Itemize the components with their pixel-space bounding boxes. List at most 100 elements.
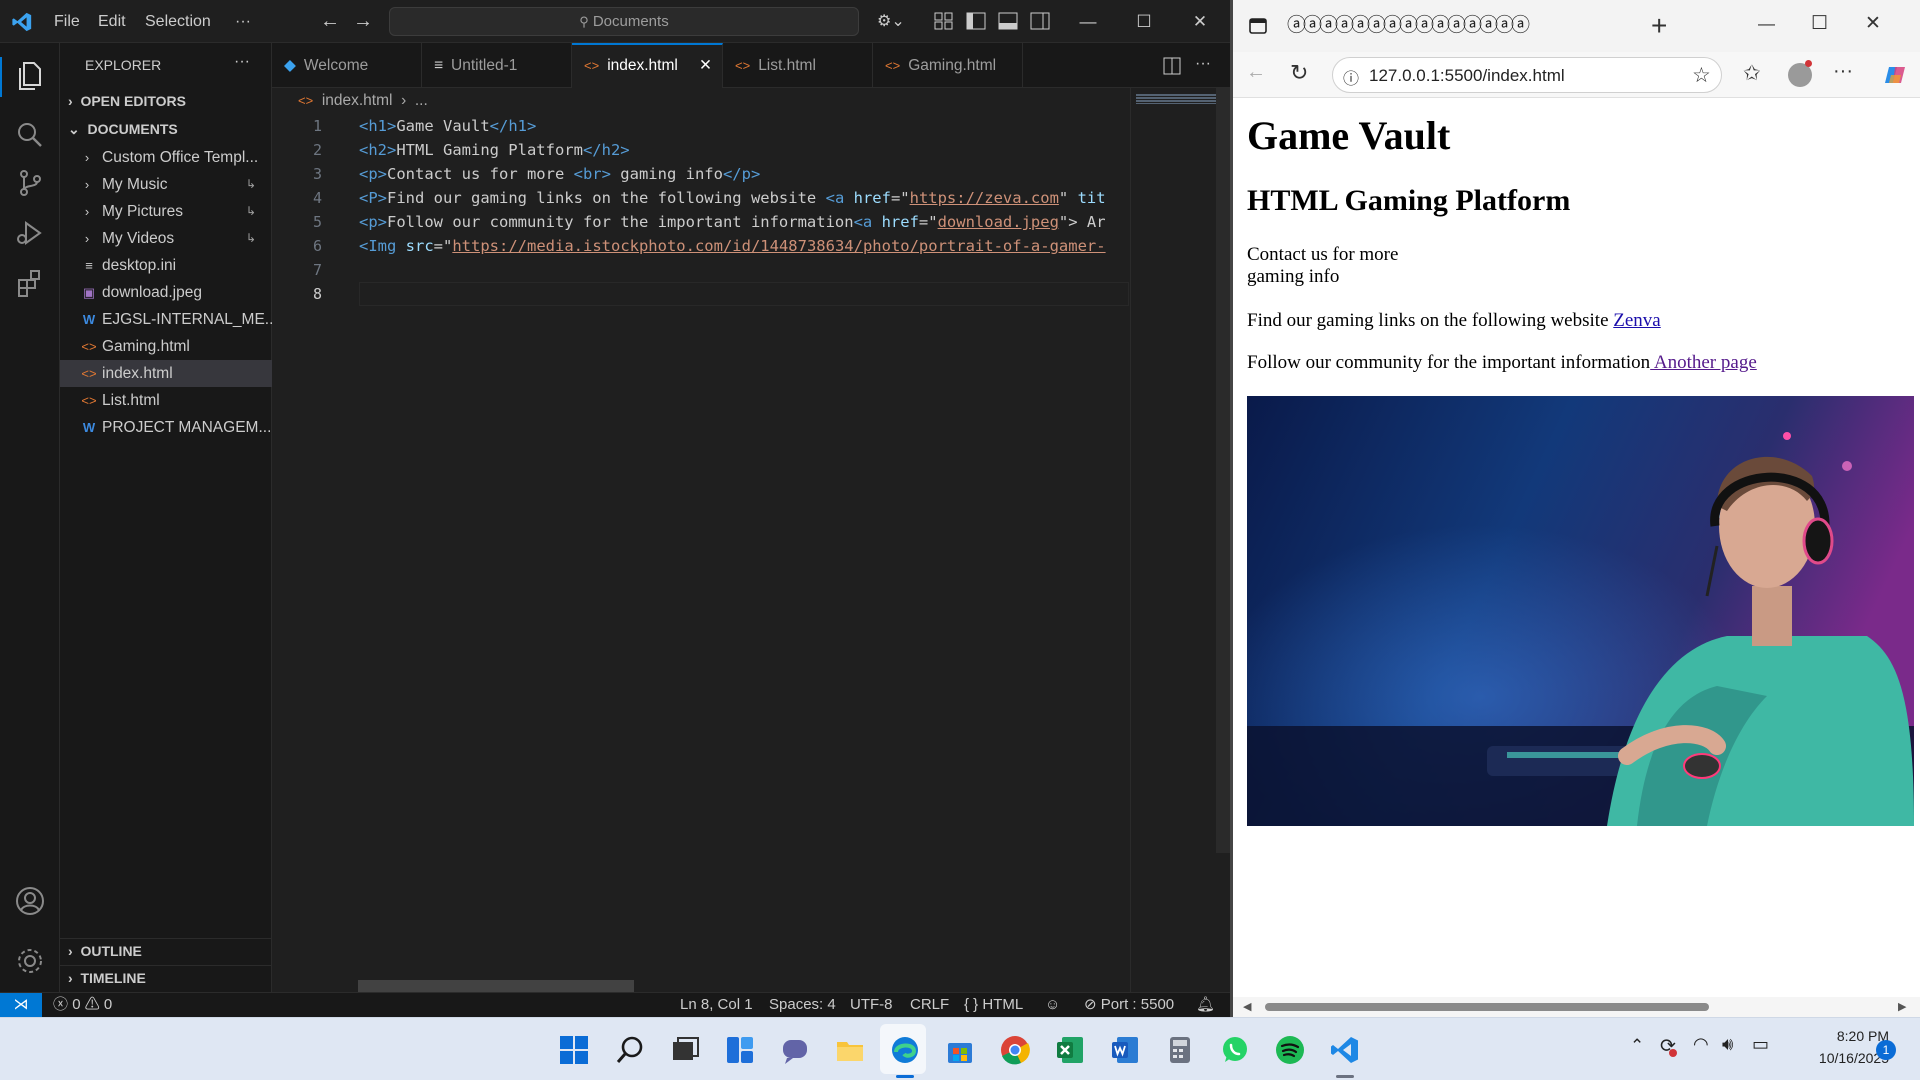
code-lines[interactable]: <h1>Game Vault</h1> <h2>HTML Gaming Platf…: [359, 114, 1129, 306]
clock-time[interactable]: 8:20 PM: [1797, 1028, 1889, 1044]
teams-chat-icon[interactable]: [779, 1034, 811, 1066]
split-editor-icon[interactable]: [1163, 57, 1181, 75]
toggle-secondary-sidebar-icon[interactable]: [1030, 12, 1050, 30]
site-info-icon[interactable]: ⓘ: [1343, 65, 1359, 89]
remote-indicator-icon[interactable]: ⋊: [0, 993, 42, 1017]
tree-item-desktop-ini[interactable]: ≡ desktop.ini: [60, 252, 272, 279]
scroll-left-icon[interactable]: ◀: [1243, 1000, 1251, 1013]
minimap[interactable]: [1130, 88, 1230, 992]
breadcrumb-file[interactable]: index.html: [322, 92, 393, 109]
browser-horizontal-scrollbar[interactable]: ◀ ▶: [1233, 997, 1920, 1017]
minimize-button[interactable]: —: [1060, 0, 1116, 43]
tree-item-list-html[interactable]: <> List.html: [60, 387, 272, 414]
new-tab-button[interactable]: +: [1651, 10, 1667, 42]
extensions-icon[interactable]: [14, 267, 46, 299]
cursor-position[interactable]: Ln 8, Col 1: [680, 993, 753, 1017]
browser-close-button[interactable]: ✕: [1865, 12, 1881, 35]
copilot-status-icon[interactable]: ☺: [1045, 993, 1060, 1017]
code-line[interactable]: [359, 282, 1129, 306]
menu-file[interactable]: File: [54, 0, 80, 43]
vertical-scrollbar[interactable]: [1216, 88, 1230, 853]
spotify-icon[interactable]: [1274, 1034, 1306, 1066]
tree-item-download-jpeg[interactable]: ▣ download.jpeg: [60, 279, 272, 306]
run-debug-icon[interactable]: [14, 217, 46, 249]
encoding[interactable]: UTF-8: [850, 993, 893, 1017]
code-line[interactable]: <h2>HTML Gaming Platform</h2>: [359, 138, 1129, 162]
code-editor[interactable]: <> index.html › ... 1 2 3 4 5 6 7 8 <h1>Game Va…: [272, 88, 1230, 992]
clock-date[interactable]: 10/16/2025: [1789, 1050, 1889, 1066]
code-line[interactable]: <p>Follow our community for the importan…: [359, 210, 1129, 234]
code-line[interactable]: <Img src="https://media.istockphoto.com/…: [359, 234, 1129, 258]
vscode-icon[interactable]: [1329, 1034, 1361, 1066]
menu-more[interactable]: ···: [235, 0, 251, 43]
scroll-right-icon[interactable]: ▶: [1898, 1000, 1906, 1013]
file-explorer-icon[interactable]: [834, 1034, 866, 1066]
scroll-thumb[interactable]: [1265, 1003, 1709, 1011]
task-view-icon[interactable]: [669, 1034, 701, 1066]
word-icon[interactable]: [1109, 1034, 1141, 1066]
live-server-port[interactable]: ⊘ Port : 5500: [1084, 993, 1174, 1017]
zenva-link[interactable]: Zenva: [1613, 310, 1660, 331]
back-arrow-icon[interactable]: ←: [1246, 61, 1266, 84]
source-control-icon[interactable]: [14, 167, 46, 199]
widgets-icon[interactable]: [724, 1034, 756, 1066]
accounts-icon[interactable]: [14, 885, 46, 917]
search-icon[interactable]: [614, 1034, 646, 1066]
notification-badge[interactable]: 1: [1876, 1040, 1896, 1060]
menu-selection[interactable]: Selection: [145, 0, 211, 43]
maximize-button[interactable]: ☐: [1116, 0, 1172, 43]
volume-icon[interactable]: 🔊︎: [1722, 1034, 1733, 1055]
back-arrow-icon[interactable]: ←: [320, 0, 340, 43]
whatsapp-icon[interactable]: [1219, 1034, 1251, 1066]
tree-item-my-music[interactable]: › My Music ↳: [60, 171, 272, 198]
language-mode[interactable]: { } HTML: [964, 993, 1023, 1017]
copilot-icon[interactable]: ⚙⌄: [877, 0, 905, 43]
tab-list-html[interactable]: <> List.html: [723, 43, 873, 88]
menu-edit[interactable]: Edit: [98, 0, 126, 43]
favorite-star-icon[interactable]: ☆: [1692, 63, 1711, 88]
notifications-bell-icon[interactable]: 🔔︎: [1196, 993, 1215, 1017]
problems-indicator[interactable]: ⓧ 0 ⚠ 0: [53, 993, 112, 1017]
chevron-up-icon[interactable]: ⌃: [1630, 1036, 1644, 1056]
another-page-link[interactable]: Another page: [1650, 352, 1757, 373]
browser-more-button[interactable]: ···: [1833, 60, 1853, 83]
tab-welcome[interactable]: ◆ Welcome: [272, 43, 422, 88]
tree-item-project-management[interactable]: W PROJECT MANAGEM...: [60, 414, 272, 441]
microsoft-store-icon[interactable]: [944, 1034, 976, 1066]
close-window-button[interactable]: ✕: [1172, 0, 1228, 43]
tree-item-my-pictures[interactable]: › My Pictures ↳: [60, 198, 272, 225]
tree-item-custom-office-templates[interactable]: › Custom Office Templ...: [60, 144, 272, 171]
end-of-line[interactable]: CRLF: [910, 993, 949, 1017]
refresh-icon[interactable]: ↻: [1290, 60, 1308, 86]
code-line[interactable]: <P>Find our gaming links on the followin…: [359, 186, 1129, 210]
horizontal-scrollbar[interactable]: [358, 980, 634, 992]
code-line[interactable]: <p>Contact us for more <br> gaming info<…: [359, 162, 1129, 186]
url-field[interactable]: ⓘ 127.0.0.1:5500/index.html ☆: [1332, 57, 1722, 93]
tree-item-my-videos[interactable]: › My Videos ↳: [60, 225, 272, 252]
tab-untitled-1[interactable]: ≡ Untitled-1: [422, 43, 572, 88]
favorites-icon[interactable]: ✩: [1743, 61, 1761, 86]
tree-item-index-html[interactable]: <> index.html: [60, 360, 272, 387]
search-icon[interactable]: [14, 119, 46, 151]
profile-avatar[interactable]: [1788, 60, 1812, 87]
command-center-search[interactable]: ⚲ Documents: [389, 7, 859, 36]
customize-layout-icon[interactable]: [934, 12, 954, 30]
code-line[interactable]: <h1>Game Vault</h1>: [359, 114, 1129, 138]
settings-gear-icon[interactable]: [14, 945, 46, 977]
tree-item-ejgsl-internal[interactable]: W EJGSL-INTERNAL_ME...: [60, 306, 272, 333]
chrome-icon[interactable]: [999, 1034, 1031, 1066]
tree-item-gaming-html[interactable]: <> Gaming.html: [60, 333, 272, 360]
code-line[interactable]: [359, 258, 1129, 282]
browser-maximize-button[interactable]: ☐: [1811, 12, 1828, 35]
copilot-icon[interactable]: [1883, 63, 1907, 87]
explorer-icon[interactable]: [14, 59, 46, 91]
documents-section[interactable]: ⌄ DOCUMENTS: [60, 117, 272, 141]
tab-actions-icon[interactable]: [1249, 18, 1267, 34]
toggle-primary-sidebar-icon[interactable]: [966, 12, 986, 30]
indentation[interactable]: Spaces: 4: [769, 993, 836, 1017]
timeline-section[interactable]: › TIMELINE: [60, 965, 272, 989]
close-tab-icon[interactable]: ✕: [699, 45, 712, 86]
explorer-more-button[interactable]: ···: [234, 53, 250, 71]
forward-arrow-icon[interactable]: →: [353, 0, 373, 43]
breadcrumb-rest[interactable]: ...: [415, 92, 428, 109]
